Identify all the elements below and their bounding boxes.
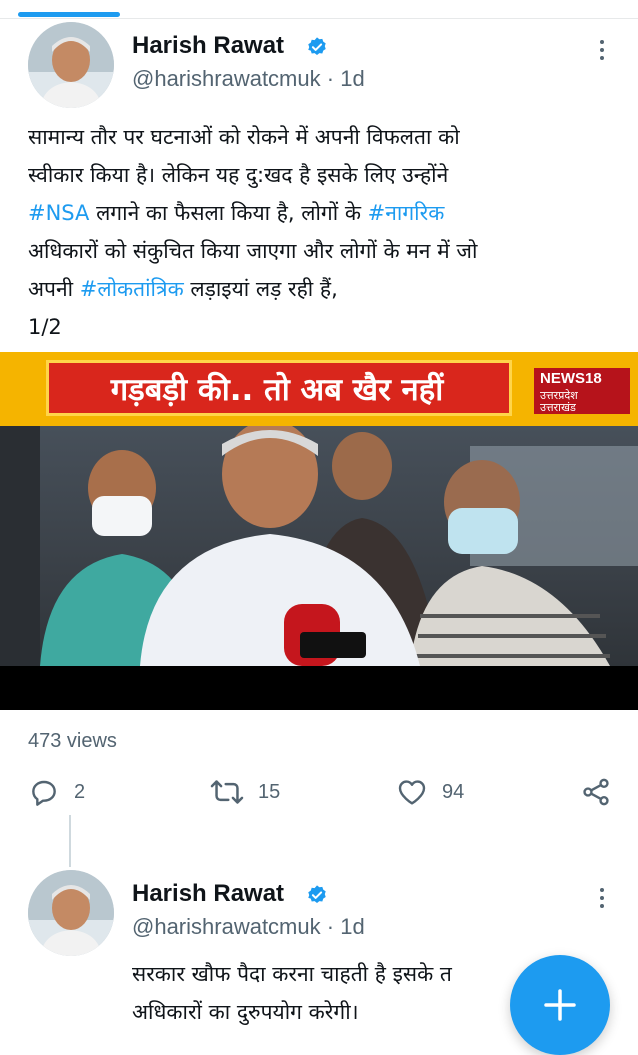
tweet-line-4: अधिकारों को संकुचित किया जाएगा और लोगों … — [28, 239, 478, 263]
reply-line-2: अधिकारों का दुरुपयोग करेगी। — [132, 1000, 359, 1024]
like-button[interactable]: 94 — [396, 776, 464, 808]
avatar[interactable] — [28, 22, 114, 108]
video-frame — [0, 420, 638, 666]
reply-avatar[interactable] — [28, 870, 114, 956]
tweet-body: सामान्य तौर पर घटनाओं को रोकने में अपनी … — [28, 118, 608, 346]
news18-logo-sub2: उत्तराखंड — [540, 401, 576, 414]
author-name[interactable]: Harish Rawat — [132, 32, 284, 60]
hashtag-link-nsa[interactable]: #NSA — [28, 201, 89, 225]
handle-text: @harishrawatcmuk — [132, 66, 321, 91]
reply-verified-badge-icon — [308, 885, 326, 903]
reply-more-options-icon[interactable] — [598, 888, 606, 912]
share-button[interactable] — [580, 776, 612, 808]
reply-author-name[interactable]: Harish Rawat — [132, 880, 284, 908]
tab-indicator — [18, 12, 120, 17]
like-icon — [398, 780, 426, 805]
tweet-line-3-text: लगाने का फैसला किया है, लोगों के — [89, 201, 368, 225]
video-scene-illustration — [0, 420, 638, 666]
views-count[interactable]: 473 views — [28, 730, 117, 753]
tweet-line-2: स्वीकार किया है। लेकिन यह दु:खद है इसके … — [28, 163, 449, 187]
news-banner-headline: गड़बड़ी की.. तो अब खैर नहीं — [110, 372, 444, 408]
tweet-line-5: अपनी #लोकतांत्रिक लड़ाइयां लड़ रही हैं, — [28, 270, 608, 308]
hashtag-link-nagrik[interactable]: #नागरिक — [368, 201, 445, 225]
avatar-portrait — [28, 22, 114, 108]
reply-line-1: सरकार खौफ पैदा करना चाहती है इसके त — [132, 962, 452, 986]
reply-tweet-time: 1d — [340, 914, 365, 939]
compose-plus-icon — [544, 989, 576, 1021]
tweet-time: 1d — [340, 66, 365, 91]
tweet-line-3: #NSA लगाने का फैसला किया है, लोगों के #न… — [28, 194, 608, 232]
retweet-icon — [210, 780, 244, 804]
separator-dot: · — [326, 66, 341, 91]
more-options-icon[interactable] — [598, 40, 606, 64]
tweet-line-5-start: अपनी — [28, 277, 80, 301]
like-count: 94 — [442, 780, 465, 803]
reply-tweet-body: सरकार खौफ पैदा करना चाहती है इसके त अधिक… — [132, 955, 532, 1031]
verified-badge-icon — [308, 37, 326, 55]
video-bottom-band — [0, 666, 638, 710]
compose-tweet-button[interactable] — [510, 955, 610, 1055]
hashtag-link-loktantrik[interactable]: #लोकतांत्रिक — [80, 277, 184, 301]
tweet-line-1: सामान्य तौर पर घटनाओं को रोकने में अपनी … — [28, 125, 460, 149]
tweet-media[interactable]: गड़बड़ी की.. तो अब खैर नहीं NEWS18 उत्तर… — [0, 352, 638, 710]
author-handle[interactable]: @harishrawatcmuk · 1d — [132, 66, 365, 92]
tweet-line-6: 1/2 — [28, 315, 62, 339]
reply-icon — [32, 780, 56, 806]
news18-logo-text: NEWS18 — [540, 370, 602, 387]
reply-author-handle[interactable]: @harishrawatcmuk · 1d — [132, 914, 365, 940]
reply-avatar-portrait — [28, 870, 114, 956]
reply-button[interactable]: 2 — [28, 776, 85, 808]
retweet-button[interactable]: 15 — [210, 776, 280, 808]
retweet-count: 15 — [258, 780, 281, 803]
thread-connector — [69, 815, 71, 867]
reply-handle-text: @harishrawatcmuk — [132, 914, 321, 939]
share-icon — [583, 778, 609, 806]
reply-separator-dot: · — [326, 914, 341, 939]
tweet-line-5-rest: लड़ाइयां लड़ रही हैं, — [183, 277, 338, 301]
reply-count: 2 — [74, 780, 86, 803]
